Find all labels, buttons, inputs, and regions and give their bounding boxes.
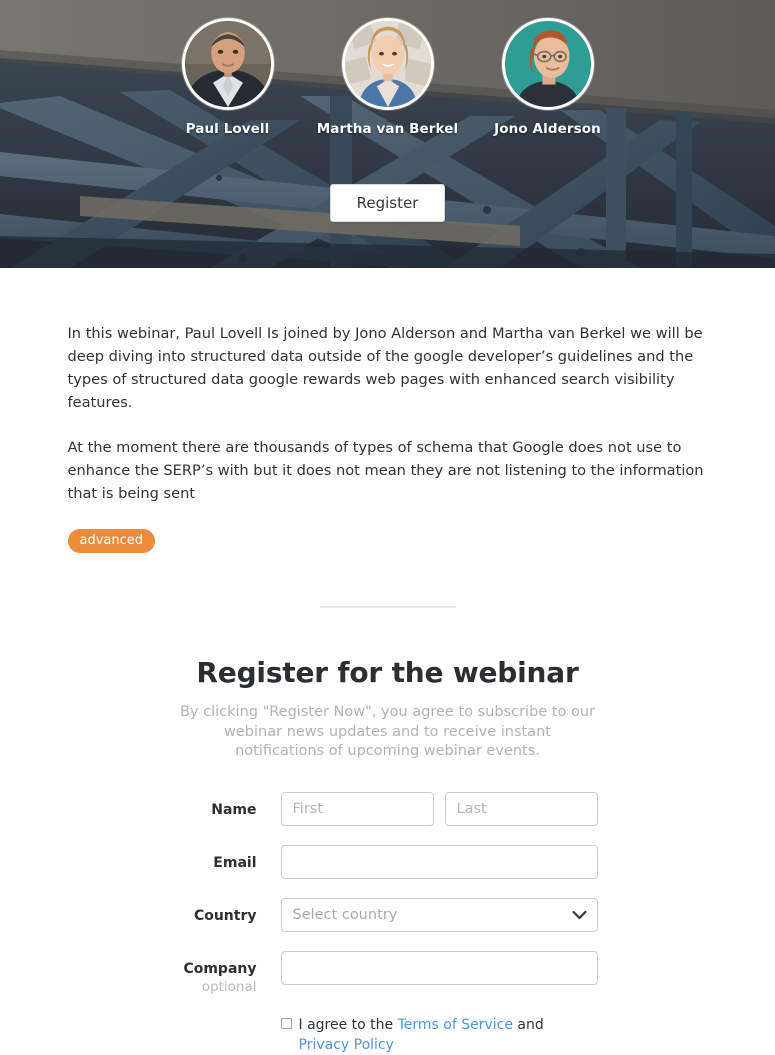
privacy-policy-link[interactable]: Privacy Policy [299, 1037, 394, 1053]
company-optional-note: optional [201, 978, 257, 995]
last-name-input[interactable] [444, 791, 598, 826]
description-paragraph: In this webinar, Paul Lovell Is joined b… [67, 325, 703, 411]
speaker-name: Martha van Berkel [316, 121, 459, 137]
registration-section: Register for the webinar By clicking "Re… [0, 616, 775, 1055]
hero-banner: Paul Lovell Martha van Berkel Jono Alder… [0, 0, 775, 268]
name-label: Name [211, 801, 257, 818]
company-label: Company [183, 960, 257, 977]
terms-text-before: I agree to the [298, 1016, 398, 1033]
section-divider [319, 606, 456, 608]
country-select[interactable]: Select country [280, 897, 598, 932]
form-row-terms: I agree to the Terms of Service and Priv… [178, 1015, 598, 1055]
terms-text-middle: and [512, 1016, 544, 1033]
email-label: Email [213, 854, 257, 871]
terms-of-service-link[interactable]: Terms of Service [398, 1017, 513, 1033]
email-input[interactable] [280, 844, 598, 879]
form-row-name: Name [178, 791, 598, 826]
avatar-paul-lovell-icon [181, 18, 274, 110]
description-paragraph: At the moment there are thousands of typ… [67, 439, 704, 502]
company-input[interactable] [280, 950, 598, 985]
country-label: Country [193, 907, 257, 924]
terms-checkbox[interactable] [280, 1017, 292, 1029]
speaker-list: Paul Lovell Martha van Berkel Jono Alder… [0, 18, 775, 137]
speaker-item: Jono Alderson [494, 18, 601, 137]
form-row-email: Email [178, 844, 598, 879]
form-subtitle: By clicking "Register Now", you agree to… [180, 704, 595, 759]
speaker-name: Jono Alderson [494, 121, 601, 137]
first-name-input[interactable] [280, 791, 434, 826]
page-content: In this webinar, Paul Lovell Is joined b… [0, 268, 775, 1055]
speaker-item: Martha van Berkel [317, 18, 458, 137]
hero-register-button[interactable]: Register [329, 184, 446, 222]
form-row-country: Country Select country [178, 897, 598, 932]
speaker-name: Paul Lovell [185, 121, 270, 137]
avatar-martha-van-berkel-icon [341, 18, 434, 110]
level-badge[interactable]: advanced [67, 529, 156, 553]
terms-text: I agree to the Terms of Service and Priv… [299, 1015, 598, 1055]
webinar-description: In this webinar, Paul Lovell Is joined b… [68, 268, 708, 505]
registration-form: Name Email Country [178, 791, 598, 1055]
form-title: Register for the webinar [196, 656, 579, 689]
form-row-company: Company optional [178, 950, 598, 996]
avatar-jono-alderson-icon [501, 18, 594, 110]
speaker-item: Paul Lovell [181, 18, 275, 137]
